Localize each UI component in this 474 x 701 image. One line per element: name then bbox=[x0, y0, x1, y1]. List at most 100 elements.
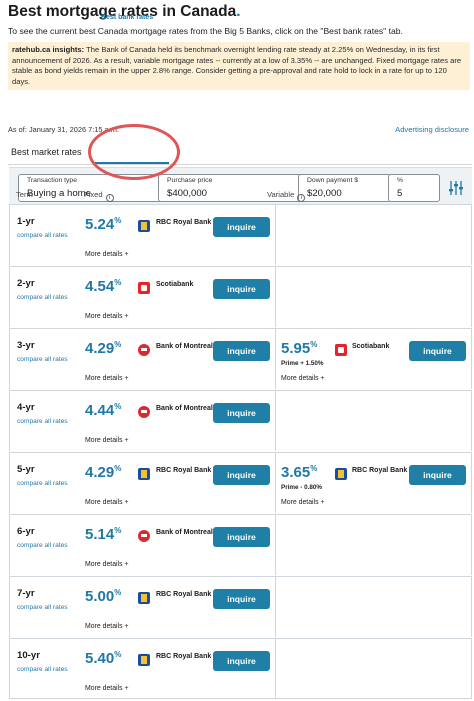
fixed-rate: 5.00% bbox=[85, 588, 122, 605]
scotiabank-logo-icon bbox=[138, 282, 150, 294]
rate-row: 3-yr compare all rates 4.29% Bank of Montre… bbox=[9, 328, 472, 389]
rate-row: 6-yr compare all rates 5.14% Bank of Montre… bbox=[9, 514, 472, 575]
more-details-link[interactable]: More details + bbox=[85, 561, 128, 568]
fixed-bank-name: Scotiabank bbox=[156, 281, 194, 288]
inquire-button[interactable]: inquire bbox=[213, 589, 270, 609]
variable-rate: 3.65% bbox=[281, 464, 318, 481]
fixed-bank-name: RBC Royal Bank bbox=[156, 591, 212, 598]
inquire-button[interactable]: inquire bbox=[213, 465, 270, 485]
info-icon[interactable]: i bbox=[297, 194, 306, 202]
term-label: 6-yr bbox=[17, 526, 35, 537]
more-details-link[interactable]: More details + bbox=[85, 499, 128, 506]
rbc-logo-icon bbox=[138, 468, 150, 480]
compare-all-rates-link[interactable]: compare all rates bbox=[17, 356, 68, 363]
more-details-link[interactable]: More details + bbox=[85, 623, 128, 630]
advertising-disclosure-link[interactable]: Advertising disclosure bbox=[395, 125, 469, 134]
insights-box: ratehub.ca insights: The Bank of Canada … bbox=[8, 42, 470, 90]
compare-all-rates-link[interactable]: compare all rates bbox=[17, 604, 68, 611]
rate-row: 4-yr compare all rates 4.44% Bank of Montre… bbox=[9, 390, 472, 451]
scotiabank-logo-icon bbox=[335, 344, 347, 356]
rbc-logo-icon bbox=[138, 220, 150, 232]
inquire-button[interactable]: inquire bbox=[213, 279, 270, 299]
rate-row: 7-yr compare all rates 5.00% RBC Royal Bank… bbox=[9, 576, 472, 637]
info-icon[interactable]: i bbox=[105, 194, 114, 202]
more-details-link[interactable]: More details + bbox=[85, 251, 128, 258]
more-details-link[interactable]: More details + bbox=[85, 685, 128, 692]
more-details-link[interactable]: More details + bbox=[281, 375, 324, 382]
highlight-circle bbox=[88, 124, 180, 180]
fixed-bank-name: Bank of Montreal bbox=[156, 529, 213, 536]
rate-row: 5-yr compare all rates 4.29% RBC Royal Bank… bbox=[9, 452, 472, 513]
variable-bank-name: Scotiabank bbox=[352, 343, 390, 350]
tab-best-market-rates[interactable]: Best market rates bbox=[11, 147, 82, 157]
tab-best-bank-rates[interactable]: Best bank rates bbox=[101, 14, 161, 23]
prime-spread: Prime + 1.50% bbox=[281, 360, 324, 367]
compare-all-rates-link[interactable]: compare all rates bbox=[17, 418, 68, 425]
down-payment-label: Down payment $ bbox=[307, 177, 359, 184]
column-divider bbox=[275, 267, 276, 327]
fixed-rate: 4.29% bbox=[85, 464, 122, 481]
transaction-type-label: Transaction type bbox=[27, 177, 77, 184]
term-label: 1-yr bbox=[17, 216, 35, 227]
purchase-price-label: Purchase price bbox=[167, 177, 213, 184]
column-divider bbox=[275, 391, 276, 451]
rbc-logo-icon bbox=[138, 592, 150, 604]
compare-all-rates-link[interactable]: compare all rates bbox=[17, 294, 68, 301]
fixed-bank-name: RBC Royal Bank bbox=[156, 653, 212, 660]
term-label: 4-yr bbox=[17, 402, 35, 413]
column-divider bbox=[275, 205, 276, 265]
term-label: 10-yr bbox=[17, 650, 40, 661]
compare-all-rates-link[interactable]: compare all rates bbox=[17, 232, 68, 239]
fixed-rate: 4.44% bbox=[85, 402, 122, 419]
variable-rate: 5.95% bbox=[281, 340, 318, 357]
bmo-logo-icon bbox=[138, 406, 150, 418]
term-label: 7-yr bbox=[17, 588, 35, 599]
term-label: 3-yr bbox=[17, 340, 35, 351]
more-details-link[interactable]: More details + bbox=[85, 313, 128, 320]
inquire-button[interactable]: inquire bbox=[409, 465, 466, 485]
page-intro: To see the current best Canada mortgage … bbox=[8, 26, 403, 36]
rate-row: 10-yr compare all rates 5.40% RBC Royal Ban… bbox=[9, 638, 472, 699]
inquire-button[interactable]: inquire bbox=[213, 341, 270, 361]
compare-all-rates-link[interactable]: compare all rates bbox=[17, 666, 68, 673]
rate-row: 1-yr compare all rates 5.24% RBC Royal Bank… bbox=[9, 204, 472, 265]
rbc-logo-icon bbox=[335, 468, 347, 480]
column-divider bbox=[275, 453, 276, 513]
fixed-rate: 5.24% bbox=[85, 216, 122, 233]
fixed-bank-name: Bank of Montreal bbox=[156, 405, 213, 412]
compare-all-rates-link[interactable]: compare all rates bbox=[17, 480, 68, 487]
fixed-rate: 4.29% bbox=[85, 340, 122, 357]
more-details-link[interactable]: More details + bbox=[281, 499, 324, 506]
percent-label: % bbox=[397, 177, 404, 184]
title-dot: . bbox=[236, 3, 241, 20]
fixed-rate: 5.40% bbox=[85, 650, 122, 667]
inquire-button[interactable]: inquire bbox=[409, 341, 466, 361]
prime-spread: Prime - 0.80% bbox=[281, 484, 322, 491]
inquire-button[interactable]: inquire bbox=[213, 651, 270, 671]
table-header: Term Fixed i Variable i bbox=[9, 187, 472, 202]
inquire-button[interactable]: inquire bbox=[213, 527, 270, 547]
insights-label: ratehub.ca insights: bbox=[12, 45, 85, 54]
tabs-divider bbox=[8, 164, 472, 165]
bmo-logo-icon bbox=[138, 344, 150, 356]
header-term: Term bbox=[16, 190, 33, 199]
inquire-button[interactable]: inquire bbox=[213, 217, 270, 237]
variable-bank-name: RBC Royal Bank bbox=[352, 467, 408, 474]
fixed-rate: 4.54% bbox=[85, 278, 122, 295]
fixed-bank-name: Bank of Montreal bbox=[156, 343, 213, 350]
column-divider bbox=[275, 329, 276, 389]
fixed-rate: 5.14% bbox=[85, 526, 122, 543]
inquire-button[interactable]: inquire bbox=[213, 403, 270, 423]
more-details-link[interactable]: More details + bbox=[85, 437, 128, 444]
column-divider bbox=[275, 639, 276, 698]
rbc-logo-icon bbox=[138, 654, 150, 666]
column-divider bbox=[275, 577, 276, 637]
column-divider bbox=[275, 515, 276, 575]
header-variable: Variable i bbox=[267, 190, 306, 202]
rate-row: 2-yr compare all rates 4.54% Scotiabank inqu… bbox=[9, 266, 472, 327]
more-details-link[interactable]: More details + bbox=[85, 375, 128, 382]
term-label: 2-yr bbox=[17, 278, 35, 289]
term-label: 5-yr bbox=[17, 464, 35, 475]
fixed-bank-name: RBC Royal Bank bbox=[156, 467, 212, 474]
compare-all-rates-link[interactable]: compare all rates bbox=[17, 542, 68, 549]
